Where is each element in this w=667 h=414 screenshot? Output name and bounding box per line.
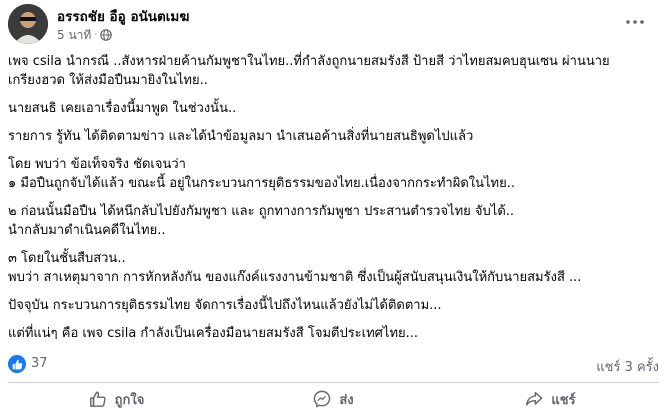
- reaction-count[interactable]: 37: [31, 356, 48, 371]
- post-line: แต่ที่แน่ๆ คือ เพจ csila กำลังเป็นเครื่อ…: [8, 326, 419, 341]
- post-line: ๑ มือปืนถูกจับได้แล้ว ขณะนี้ อยู่ในกระบว…: [8, 176, 515, 191]
- post-line: ๒ ก่อนนั้นมือปืน ได้หนีกลับไปยังกัมพูชา …: [8, 204, 515, 219]
- share-button[interactable]: แชร์: [442, 384, 659, 414]
- post-paragraph: โดย พบว่า ข้อเท็จจริง ชัดเจนว่า ๑ มือปืน…: [8, 155, 658, 193]
- messenger-icon: [314, 390, 331, 408]
- globe-icon[interactable]: [100, 29, 112, 41]
- post-line: นายสนธิ เคยเอาเรื่องนี้มาพูด ในช่วงนั้น.…: [8, 101, 237, 116]
- avatar-photo: [8, 4, 48, 44]
- like-reaction-icon[interactable]: [8, 355, 26, 373]
- send-label: ส่ง: [339, 392, 354, 408]
- post-line: นำกลับมาดำเนินคดีในไทย..: [8, 223, 166, 238]
- post-paragraph: ๒ ก่อนนั้นมือปืน ได้หนีกลับไปยังกัมพูชา …: [8, 202, 658, 240]
- send-button[interactable]: ส่ง: [225, 384, 442, 414]
- like-label: ถูกใจ: [114, 392, 145, 408]
- post-paragraph: เพจ csila นำกรณี ..สังหารฝ่ายค้านกัมพูชา…: [8, 52, 658, 90]
- post-time[interactable]: 5 นาที: [57, 28, 91, 42]
- share-count[interactable]: แชร์ 3 ครั้ง: [596, 356, 659, 377]
- share-label: แชร์: [551, 392, 576, 408]
- post-paragraph: แต่ที่แน่ๆ คือ เพจ csila กำลังเป็นเครื่อ…: [8, 324, 658, 343]
- post-line: เพจ csila นำกรณี ..สังหารฝ่ายค้านกัมพูชา…: [8, 54, 610, 69]
- post-line: ปัจจุบัน กระบวนการยุติธรรมไทย จัดการเรื่…: [8, 298, 442, 313]
- author-name[interactable]: อรรถชัย อือู อนันตเมฆ: [57, 9, 189, 25]
- post-paragraph: ปัจจุบัน กระบวนการยุติธรรมไทย จัดการเรื่…: [8, 296, 658, 315]
- share-arrow-icon: [526, 391, 543, 406]
- post-line: เกรียงฮวด ให้ส่งมือปืนมายิงในไทย..: [8, 73, 208, 88]
- action-bar: ถูกใจ ส่ง แชร์: [8, 384, 659, 414]
- thumbs-up-icon: [89, 391, 106, 407]
- post-paragraph: รายการ รู้ทัน ได้ติดตามข่าว และได้นำข้อม…: [8, 127, 658, 146]
- post-line: ๓ โดยในชั้นสืบสวน..: [8, 251, 126, 266]
- post-stats: 37 แชร์ 3 ครั้ง: [8, 353, 659, 375]
- post-body: เพจ csila นำกรณี ..สังหารฝ่ายค้านกัมพูชา…: [8, 52, 658, 352]
- post-paragraph: ๓ โดยในชั้นสืบสวน.. พบว่า สาเหตุมาจาก กา…: [8, 249, 658, 287]
- meta-separator: ·: [94, 30, 98, 40]
- post-line: พบว่า สาเหตุมาจาก การหักหลังกัน ของแก๊งค…: [8, 270, 582, 285]
- post-header: อรรถชัย อือู อนันตเมฆ 5 นาที ·: [8, 4, 659, 46]
- post-paragraph: นายสนธิ เคยเอาเรื่องนี้มาพูด ในช่วงนั้น.…: [8, 99, 658, 118]
- more-options-icon[interactable]: [623, 12, 647, 32]
- post-line: รายการ รู้ทัน ได้ติดตามข่าว และได้นำข้อม…: [8, 129, 474, 144]
- facebook-post: อรรถชัย อือู อนันตเมฆ 5 นาที · เพจ csila…: [0, 0, 667, 414]
- like-button[interactable]: ถูกใจ: [8, 384, 225, 414]
- divider: [8, 382, 659, 383]
- post-line: โดย พบว่า ข้อเท็จจริง ชัดเจนว่า: [8, 157, 186, 172]
- author-avatar[interactable]: [8, 4, 48, 44]
- post-meta: 5 นาที ·: [57, 28, 112, 42]
